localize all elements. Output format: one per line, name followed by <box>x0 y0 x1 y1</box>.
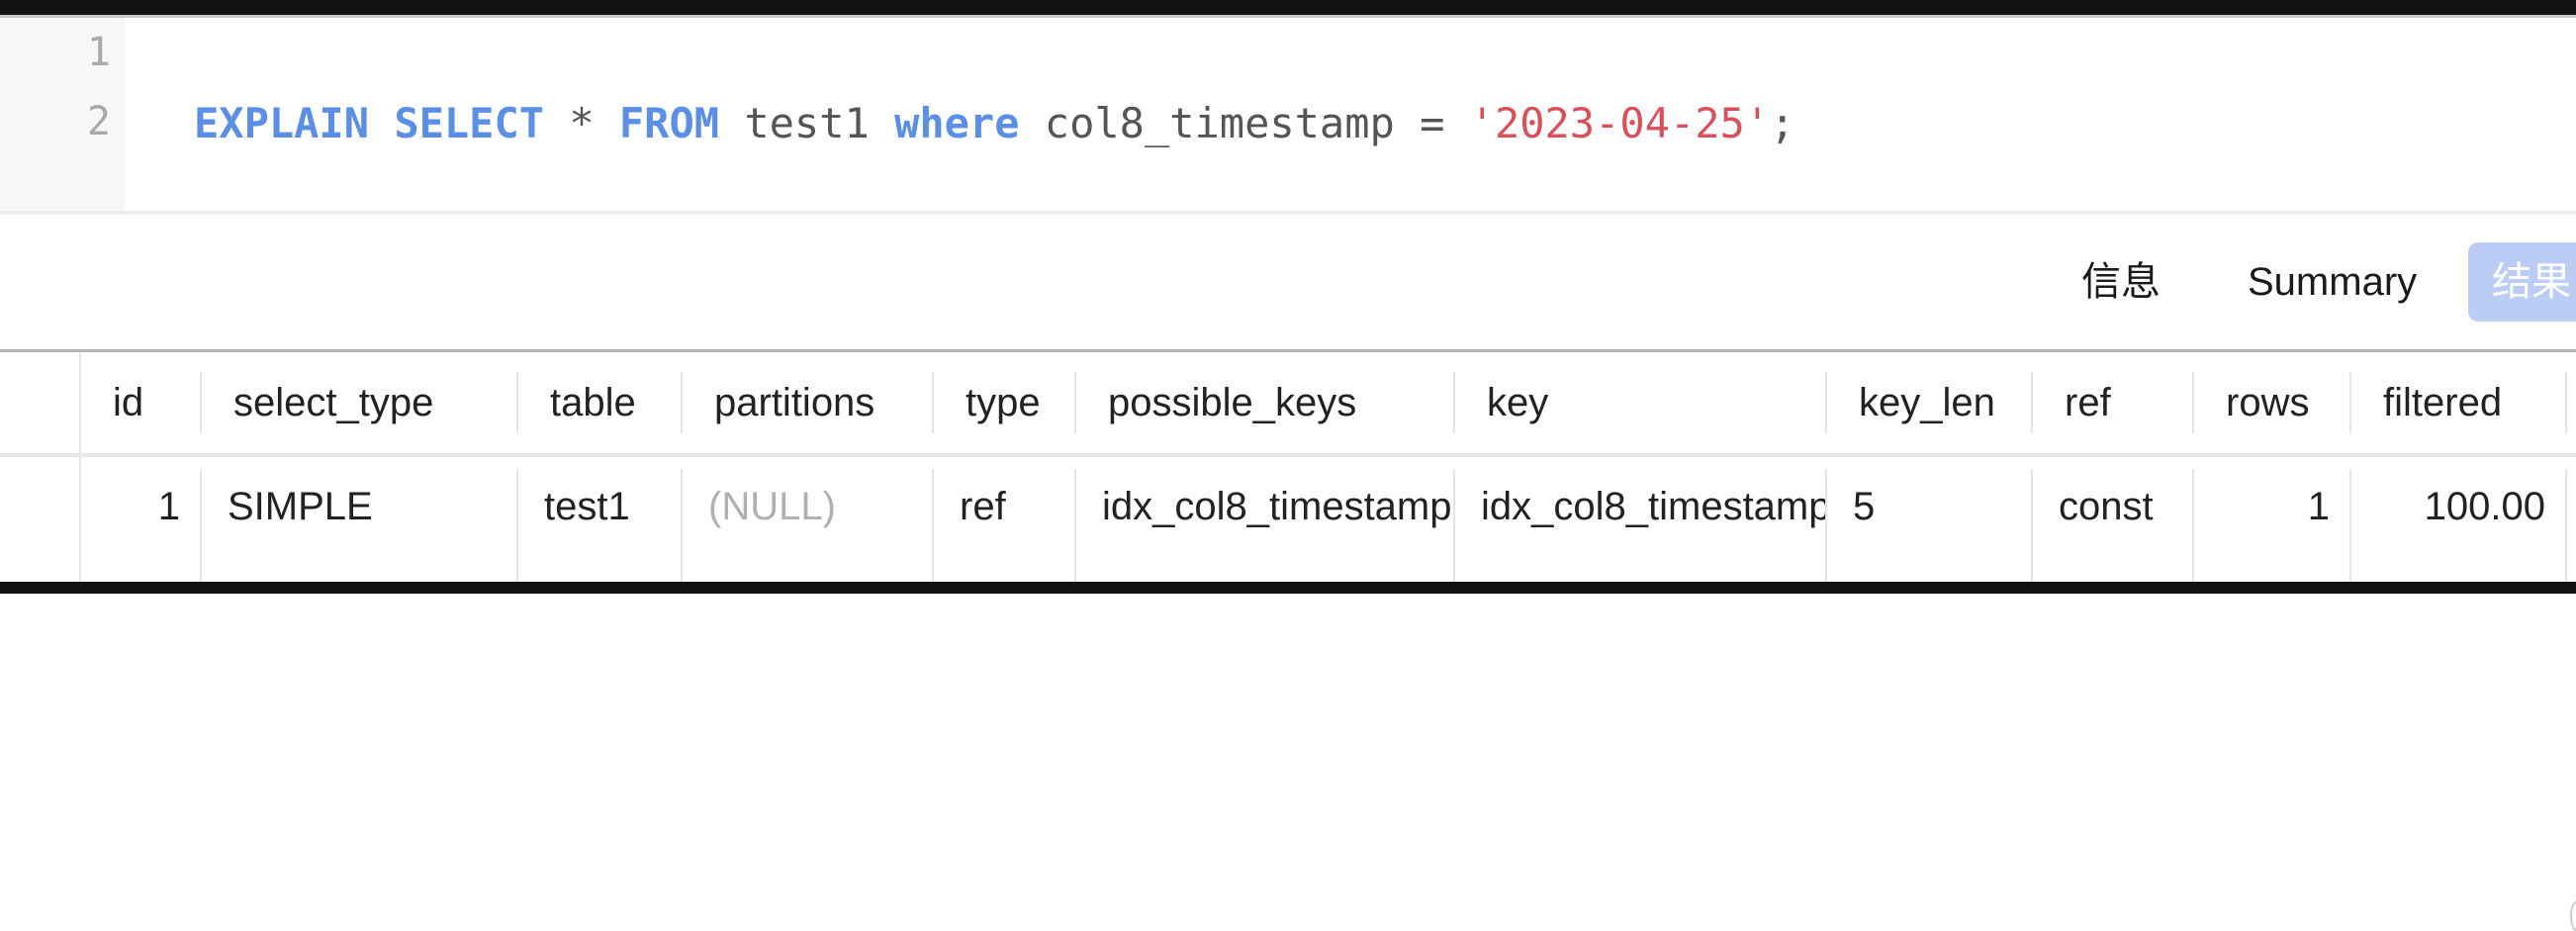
row-selector-column[interactable] <box>0 352 81 582</box>
column-header-id[interactable]: id <box>81 352 202 453</box>
window-top-bar <box>0 0 2576 15</box>
keyword-token: FROM <box>618 99 720 147</box>
line-number-gutter: 1 2 <box>0 18 125 211</box>
grid-header-row: id select_type table partitions type pos… <box>81 352 2576 453</box>
keyword-token: EXPLAIN <box>194 99 370 147</box>
partial-icon <box>2570 901 2576 931</box>
cell-filtered[interactable]: 100.00 <box>2351 457 2567 582</box>
keyword-token: SELECT <box>394 99 545 147</box>
window-bottom-bar <box>0 582 2576 594</box>
cell-id[interactable]: 1 <box>81 457 202 582</box>
column-header-filtered[interactable]: filtered <box>2351 352 2567 453</box>
cell-possible-keys[interactable]: idx_col8_timestamp <box>1076 457 1455 582</box>
cell-ref[interactable]: const <box>2033 457 2194 582</box>
column-header-type[interactable]: type <box>934 352 1076 453</box>
line-number: 2 <box>86 99 111 144</box>
result-tab-bar: 信息 Summary 结果 <box>0 215 2576 349</box>
cell-key-len[interactable]: 5 <box>1827 457 2033 582</box>
tab-info[interactable]: 信息 <box>2081 242 2161 322</box>
cell-type[interactable]: ref <box>934 457 1076 582</box>
column-header-key[interactable]: key <box>1455 352 1827 453</box>
column-header-ref[interactable]: ref <box>2033 352 2194 453</box>
plain-token: * <box>544 99 619 147</box>
sql-editor[interactable]: 1 2 EXPLAIN SELECT * FROM test1 where co… <box>0 18 2576 211</box>
tab-result[interactable]: 结果 <box>2468 242 2576 322</box>
column-header-key-len[interactable]: key_len <box>1827 352 2033 453</box>
cell-rows[interactable]: 1 <box>2194 457 2351 582</box>
plain-token: test1 <box>719 99 895 147</box>
cell-key[interactable]: idx_col8_timestamp <box>1455 457 1827 582</box>
column-header-select-type[interactable]: select_type <box>202 352 518 453</box>
plain-token: col8_timestamp = <box>1019 99 1470 147</box>
result-grid: id select_type table partitions type pos… <box>0 352 2576 931</box>
tab-summary[interactable]: Summary <box>2248 242 2417 322</box>
column-header-possible-keys[interactable]: possible_keys <box>1076 352 1455 453</box>
string-token: '2023-04-25' <box>1469 99 1771 147</box>
cell-table[interactable]: test1 <box>518 457 683 582</box>
code-line-2[interactable]: EXPLAIN SELECT * FROM test1 where col8_t… <box>194 99 1794 147</box>
cell-partitions[interactable]: (NULL) <box>683 457 934 582</box>
keyword-token: where <box>894 99 1020 147</box>
line-number: 1 <box>86 30 111 75</box>
column-header-rows[interactable]: rows <box>2194 352 2351 453</box>
column-header-table[interactable]: table <box>518 352 683 453</box>
table-row[interactable]: 1 SIMPLE test1 (NULL) ref idx_col8_times… <box>81 457 2576 582</box>
column-header-partitions[interactable]: partitions <box>683 352 934 453</box>
plain-token: ; <box>1770 99 1795 147</box>
cell-select-type[interactable]: SIMPLE <box>202 457 518 582</box>
